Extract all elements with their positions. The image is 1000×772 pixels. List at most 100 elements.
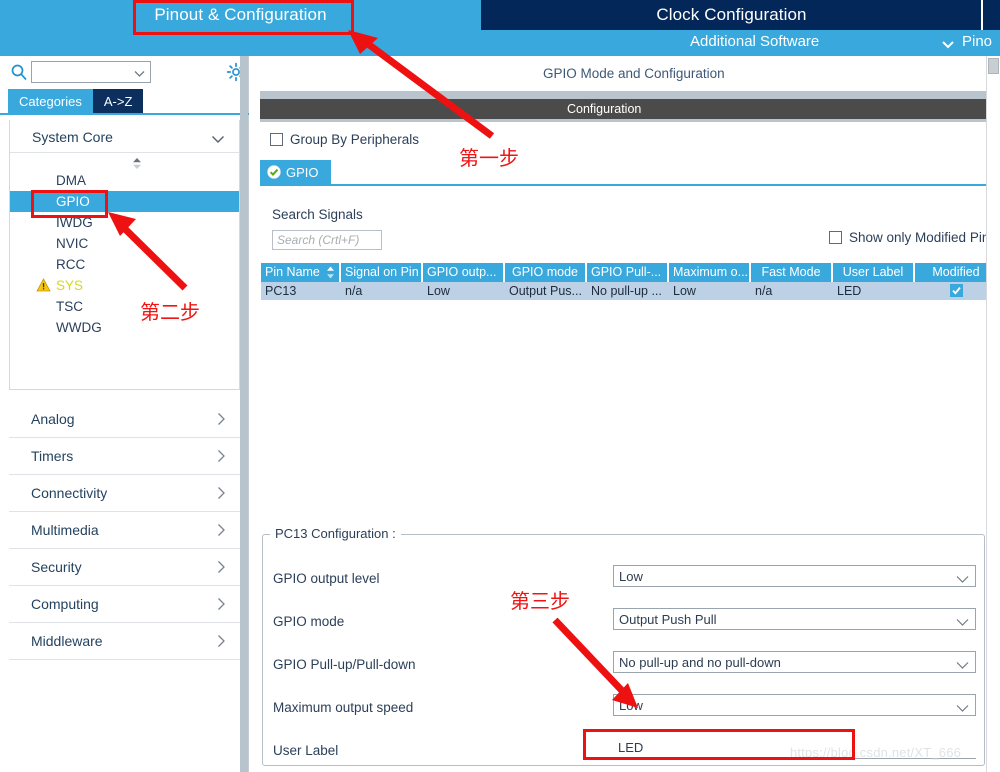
additional-software-link[interactable]: Additional Software — [690, 33, 819, 50]
chevron-down-icon[interactable] — [956, 615, 969, 626]
search-signals-input[interactable]: Search (Crtl+F) — [272, 230, 382, 250]
chevron-right-icon[interactable] — [217, 449, 226, 463]
gpio-pull-up-pull-down-value: No pull-up and no pull-down — [619, 655, 781, 670]
peripheral-tabs: GPIO — [260, 160, 331, 184]
chevron-right-icon[interactable] — [217, 634, 226, 648]
field-gpio-output-level: GPIO output level Low — [263, 561, 984, 604]
tab-gpio-label: GPIO — [286, 164, 319, 180]
chevron-down-icon[interactable] — [956, 701, 969, 712]
main-scrollbar[interactable] — [986, 56, 1000, 772]
tab-clock-configuration[interactable]: Clock Configuration — [481, 0, 982, 30]
tab-pinout-configuration[interactable]: Pinout & Configuration — [0, 0, 481, 30]
chevron-right-icon[interactable] — [217, 597, 226, 611]
gpio-output-level-select[interactable]: Low — [613, 565, 976, 587]
chevron-right-icon[interactable] — [217, 486, 226, 500]
sidebar-item-rcc-label: RCC — [56, 257, 86, 272]
table-row[interactable]: PC13 n/a Low Output Pus... No pull-up ..… — [261, 282, 999, 300]
column-header-maximum-output-label: Maximum o... — [673, 265, 749, 279]
segment-a-to-z[interactable]: A->Z — [92, 89, 144, 113]
gpio-mode-select[interactable]: Output Push Pull — [613, 608, 976, 630]
column-header-signal-on-pin-label: Signal on Pin — [345, 265, 419, 279]
chevron-down-icon[interactable] — [940, 36, 956, 52]
left-sidebar: Categories A->Z System Core DMA GPIO IWD… — [0, 56, 249, 772]
maximum-output-speed-select[interactable]: Low — [613, 694, 976, 716]
sidebar-item-iwdg[interactable]: IWDG — [10, 212, 239, 233]
group-by-peripherals-checkbox[interactable]: Group By Peripherals — [270, 132, 419, 147]
modified-checkbox[interactable] — [949, 284, 963, 297]
column-header-signal-on-pin[interactable]: Signal on Pin — [341, 263, 423, 282]
sidebar-category-analog[interactable]: Analog — [9, 401, 240, 438]
column-header-gpio-pull-label: GPIO Pull-... — [591, 265, 662, 279]
configuration-band-label: Configuration — [567, 102, 642, 116]
chevron-right-icon[interactable] — [217, 412, 226, 426]
field-gpio-pull-up-pull-down: GPIO Pull-up/Pull-down No pull-up and no… — [263, 647, 984, 690]
sidebar-item-wwdg[interactable]: WWDG — [10, 317, 239, 338]
cell-maximum-output: Low — [669, 282, 751, 300]
field-maximum-output-speed-label: Maximum output speed — [273, 700, 414, 715]
sidebar-category-computing-label: Computing — [31, 596, 99, 612]
sidebar-item-rcc[interactable]: RCC — [10, 254, 239, 275]
sidebar-item-tsc[interactable]: TSC — [10, 296, 239, 317]
sidebar-category-middleware[interactable]: Middleware — [9, 623, 240, 660]
gpio-pull-up-pull-down-select[interactable]: No pull-up and no pull-down — [613, 651, 976, 673]
sort-icon[interactable] — [326, 266, 335, 279]
segment-categories[interactable]: Categories — [8, 89, 93, 113]
column-header-user-label[interactable]: User Label — [833, 263, 915, 282]
column-header-maximum-output[interactable]: Maximum o... — [669, 263, 751, 282]
sidebar-item-dma[interactable]: DMA — [10, 170, 239, 191]
segment-a-to-z-label: A->Z — [103, 93, 133, 109]
column-header-gpio-output[interactable]: GPIO outp... — [423, 263, 505, 282]
sidebar-item-gpio-label: GPIO — [56, 194, 90, 209]
cell-signal-on-pin: n/a — [341, 282, 423, 300]
sidebar-category-security[interactable]: Security — [9, 549, 240, 586]
checkbox-box[interactable] — [829, 231, 842, 244]
column-header-gpio-mode[interactable]: GPIO mode — [505, 263, 587, 282]
field-gpio-pull-up-pull-down-label: GPIO Pull-up/Pull-down — [273, 657, 416, 672]
sub-banner — [0, 30, 1000, 56]
chevron-right-icon[interactable] — [217, 523, 226, 537]
check-circle-icon — [267, 165, 281, 179]
show-only-modified-pins-checkbox[interactable]: Show only Modified Pins — [829, 230, 996, 245]
pinout-overflow-label[interactable]: Pino — [962, 33, 992, 50]
tab-clock-configuration-label: Clock Configuration — [656, 5, 807, 24]
sidebar-item-sys[interactable]: SYS — [10, 275, 239, 296]
search-input[interactable] — [31, 61, 151, 83]
pins-table: Pin Name Signal on Pin GPIO outp... GPIO… — [261, 263, 999, 300]
chevron-down-icon[interactable] — [956, 572, 969, 583]
search-signals-placeholder: Search (Crtl+F) — [277, 233, 360, 247]
main-scrollbar-thumb[interactable] — [988, 58, 999, 74]
group-by-peripherals-label: Group By Peripherals — [290, 132, 420, 147]
main-tabstrip: Pinout & Configuration Clock Configurati… — [0, 0, 1000, 30]
chevron-down-icon[interactable] — [956, 658, 969, 669]
column-header-gpio-mode-label: GPIO mode — [512, 265, 578, 279]
gpio-mode-header: GPIO Mode and Configuration — [260, 56, 1000, 91]
column-header-modified-label: Modified — [932, 265, 980, 279]
search-signals-label: Search Signals — [272, 207, 363, 222]
annotation-step1-text: 第一步 — [459, 146, 519, 170]
sidebar-category-security-label: Security — [31, 559, 82, 575]
chevron-down-icon[interactable] — [211, 132, 225, 143]
sidebar-item-gpio[interactable]: GPIO — [10, 191, 239, 212]
column-header-gpio-pull[interactable]: GPIO Pull-... — [587, 263, 669, 282]
sidebar-scrollbar[interactable] — [240, 56, 248, 772]
tab-overflow[interactable] — [983, 0, 1000, 30]
sidebar-category-multimedia[interactable]: Multimedia — [9, 512, 240, 549]
sidebar-category-computing[interactable]: Computing — [9, 586, 240, 623]
sidebar-category-timers[interactable]: Timers — [9, 438, 240, 475]
sidebar-item-dma-label: DMA — [56, 173, 86, 188]
pins-table-header: Pin Name Signal on Pin GPIO outp... GPIO… — [261, 263, 999, 282]
sidebar-view-segments: Categories A->Z — [8, 89, 144, 113]
chevron-right-icon[interactable] — [217, 560, 226, 574]
field-gpio-mode-label: GPIO mode — [273, 614, 345, 629]
chevron-down-icon[interactable] — [133, 67, 146, 80]
top-banner: Pinout & Configuration Clock Configurati… — [0, 0, 1000, 56]
tab-gpio[interactable]: GPIO — [260, 160, 331, 184]
checkbox-box[interactable] — [270, 133, 283, 146]
sidebar-category-connectivity[interactable]: Connectivity — [9, 475, 240, 512]
sidebar-category-system-core[interactable]: System Core — [10, 120, 239, 153]
column-header-fast-mode[interactable]: Fast Mode — [751, 263, 833, 282]
watermark: https://blog.csdn.net/XT_666 — [790, 745, 962, 760]
column-header-pin-name[interactable]: Pin Name — [261, 263, 341, 282]
sidebar-item-nvic[interactable]: NVIC — [10, 233, 239, 254]
sidebar-category-timers-label: Timers — [31, 448, 74, 464]
